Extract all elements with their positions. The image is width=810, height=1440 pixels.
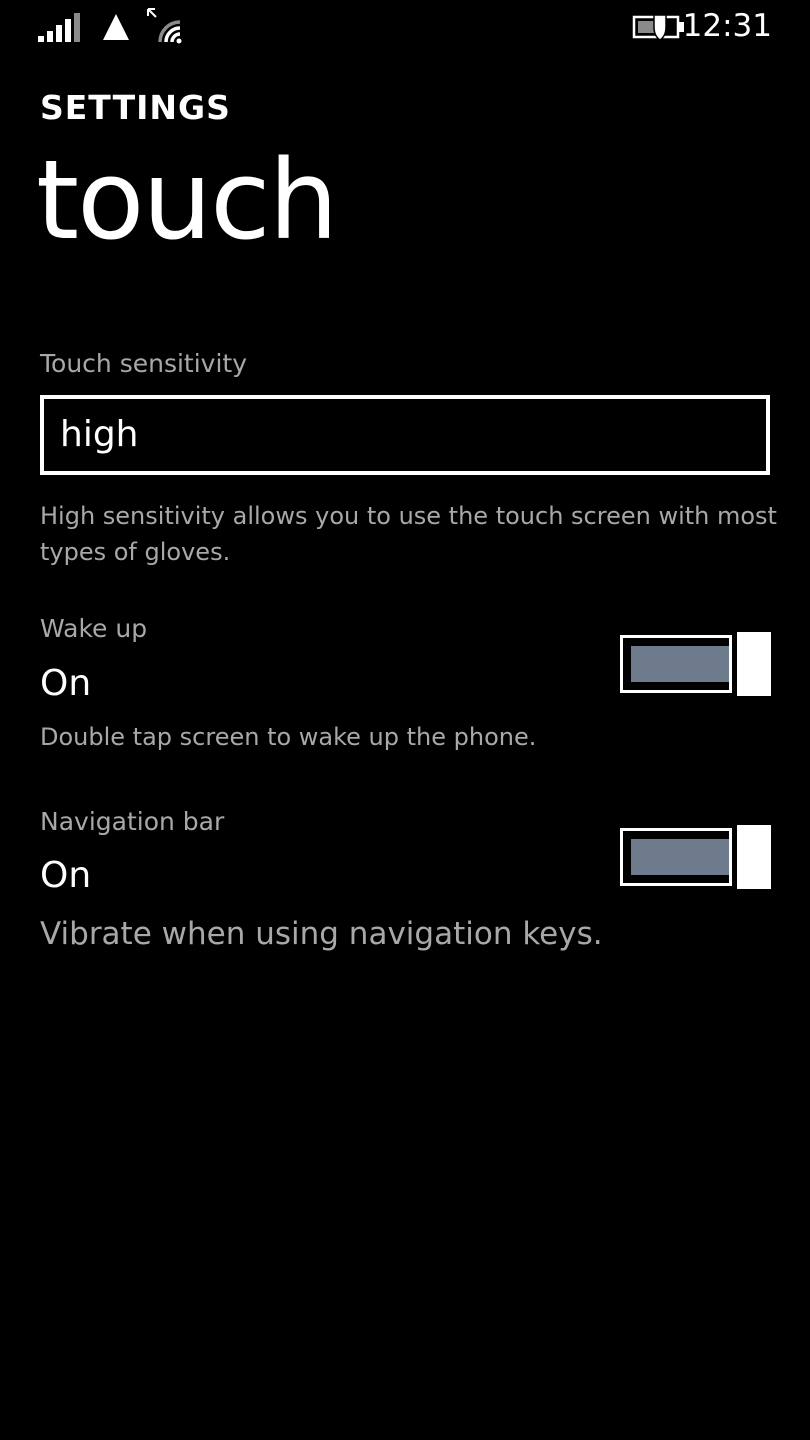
wake-up-label: Wake up: [40, 614, 148, 643]
wifi-icon: [146, 8, 188, 44]
page-title: touch: [36, 136, 338, 264]
status-bar: 12:31: [0, 0, 810, 56]
wake-up-state: On: [40, 663, 92, 704]
signal-strength-icon: [38, 12, 86, 42]
navigation-bar-help: Vibrate when using navigation keys.: [40, 916, 603, 952]
app-title: SETTINGS: [40, 88, 231, 127]
toggle-track: [620, 635, 732, 693]
toggle-track: [620, 828, 732, 886]
toggle-fill: [631, 646, 729, 682]
clock: 12:31: [682, 8, 772, 44]
navigation-bar-toggle[interactable]: [620, 825, 772, 889]
touch-sensitivity-help: High sensitivity allows you to use the t…: [40, 502, 777, 566]
toggle-fill: [631, 839, 729, 875]
data-connection-icon: [101, 12, 131, 42]
touch-sensitivity-picker[interactable]: high: [40, 395, 770, 475]
navigation-bar-state: On: [40, 855, 92, 896]
toggle-thumb[interactable]: [737, 825, 771, 889]
wake-up-help: Double tap screen to wake up the phone.: [40, 723, 537, 751]
wake-up-toggle[interactable]: [620, 632, 772, 696]
navigation-bar-label: Navigation bar: [40, 807, 225, 836]
battery-saver-icon: [632, 12, 688, 42]
touch-sensitivity-value: high: [60, 414, 139, 455]
toggle-thumb[interactable]: [737, 632, 771, 696]
touch-sensitivity-label: Touch sensitivity: [40, 349, 248, 378]
